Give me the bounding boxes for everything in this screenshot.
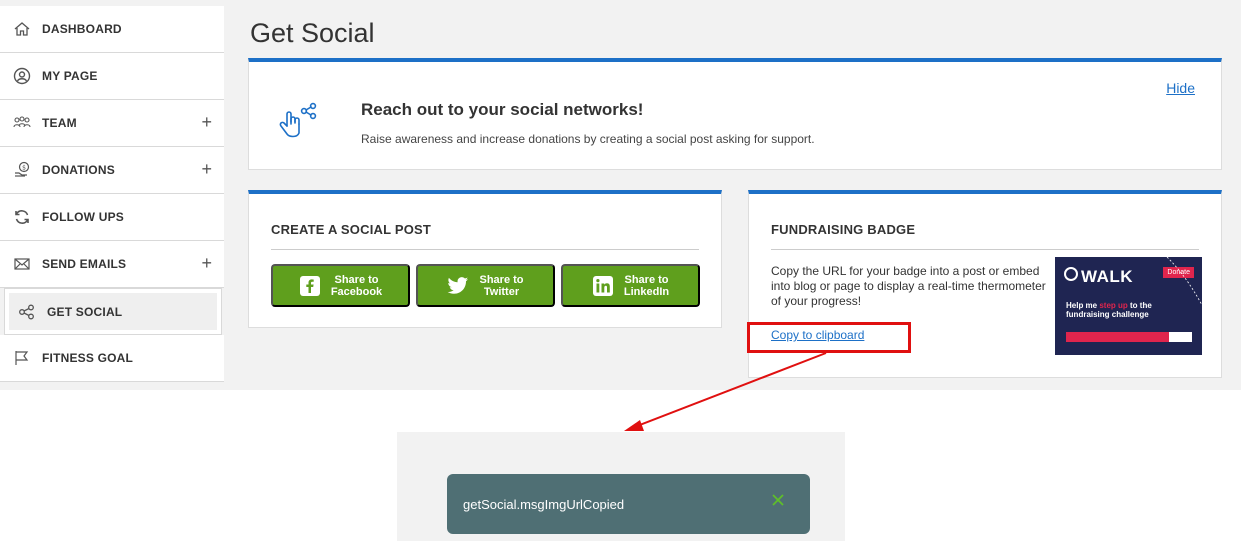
mail-icon	[12, 254, 32, 274]
home-icon	[12, 19, 32, 39]
sidebar-item-team[interactable]: TEAM +	[0, 100, 224, 147]
sidebar-item-dashboard[interactable]: DASHBOARD	[0, 6, 224, 53]
sidebar-item-label: FITNESS GOAL	[42, 351, 134, 365]
toast-notification: getSocial.msgImgUrlCopied	[447, 474, 810, 534]
share-line1: Share to	[624, 273, 669, 286]
divider	[271, 249, 699, 250]
sidebar-item-label: FOLLOW UPS	[42, 210, 124, 224]
expand-plus-icon[interactable]: +	[201, 253, 212, 273]
sidebar-item-label: TEAM	[42, 116, 77, 130]
close-icon[interactable]	[770, 492, 786, 508]
badge-help-text: Help me step up to the fundraising chall…	[1066, 301, 1152, 319]
badge-progress-fill	[1066, 332, 1170, 342]
toast-area: getSocial.msgImgUrlCopied	[397, 432, 845, 541]
decorative-arc	[1166, 257, 1202, 306]
divider	[771, 249, 1199, 250]
banner-title: Reach out to your social networks!	[361, 100, 644, 119]
user-circle-icon	[12, 66, 32, 86]
sidebar-item-label: DONATIONS	[42, 163, 115, 177]
page-title: Get Social	[250, 18, 375, 48]
share-line1: Share to	[334, 273, 379, 286]
banner-subtitle: Raise awareness and increase donations b…	[361, 132, 815, 146]
sidebar-nav: DASHBOARD MY PAGE TEAM + $ DONATIONS + F…	[0, 6, 224, 382]
expand-plus-icon[interactable]: +	[201, 112, 212, 132]
sidebar-item-send-emails[interactable]: SEND EMAILS +	[0, 241, 224, 288]
share-icon	[17, 302, 37, 322]
facebook-icon	[299, 275, 321, 297]
sidebar-item-follow-ups[interactable]: FOLLOW UPS	[0, 194, 224, 241]
walk-logo-icon	[1064, 267, 1078, 281]
twitter-icon	[447, 275, 469, 297]
share-twitter-button[interactable]: Share to Twitter	[416, 264, 555, 307]
card-heading: CREATE A SOCIAL POST	[271, 222, 432, 237]
share-linkedin-button[interactable]: Share to LinkedIn	[561, 264, 700, 307]
toast-message: getSocial.msgImgUrlCopied	[463, 496, 625, 512]
share-line2: Twitter	[483, 285, 520, 298]
social-banner-card: Hide Reach out to your social networks! …	[248, 58, 1222, 170]
linkedin-icon	[592, 275, 614, 297]
badge-progress-bar	[1066, 332, 1192, 342]
share-facebook-button[interactable]: Share to Facebook	[271, 264, 410, 307]
sidebar-item-my-page[interactable]: MY PAGE	[0, 53, 224, 100]
sidebar-item-label: SEND EMAILS	[42, 257, 127, 271]
sidebar-item-fitness-goal[interactable]: FITNESS GOAL	[0, 335, 224, 382]
donation-icon: $	[12, 160, 32, 180]
share-line1: Share to	[479, 273, 524, 286]
sidebar-item-donations[interactable]: $ DONATIONS +	[0, 147, 224, 194]
flag-icon	[12, 348, 32, 368]
sidebar-item-label: GET SOCIAL	[47, 304, 123, 319]
team-icon	[12, 113, 32, 133]
share-line2: Facebook	[330, 285, 383, 298]
sidebar-item-label: DASHBOARD	[42, 22, 122, 36]
create-social-post-card: CREATE A SOCIAL POST Share to Facebook Sh…	[248, 190, 722, 328]
refresh-icon	[12, 207, 32, 227]
hide-banner-link[interactable]: Hide	[1166, 80, 1195, 96]
share-line2: LinkedIn	[623, 285, 670, 298]
expand-plus-icon[interactable]: +	[201, 159, 212, 179]
svg-text:$: $	[22, 165, 26, 172]
card-heading: FUNDRAISING BADGE	[771, 222, 916, 237]
badge-description: Copy the URL for your badge into a post …	[771, 264, 1046, 308]
sidebar-item-get-social[interactable]: GET SOCIAL	[4, 288, 222, 335]
sidebar-item-label: MY PAGE	[42, 69, 98, 83]
hand-share-icon	[277, 100, 321, 144]
badge-preview-image: WALK Donate Help me step up to the fundr…	[1055, 257, 1202, 355]
highlight-box	[747, 322, 911, 353]
badge-walk-text: WALK	[1081, 267, 1134, 286]
